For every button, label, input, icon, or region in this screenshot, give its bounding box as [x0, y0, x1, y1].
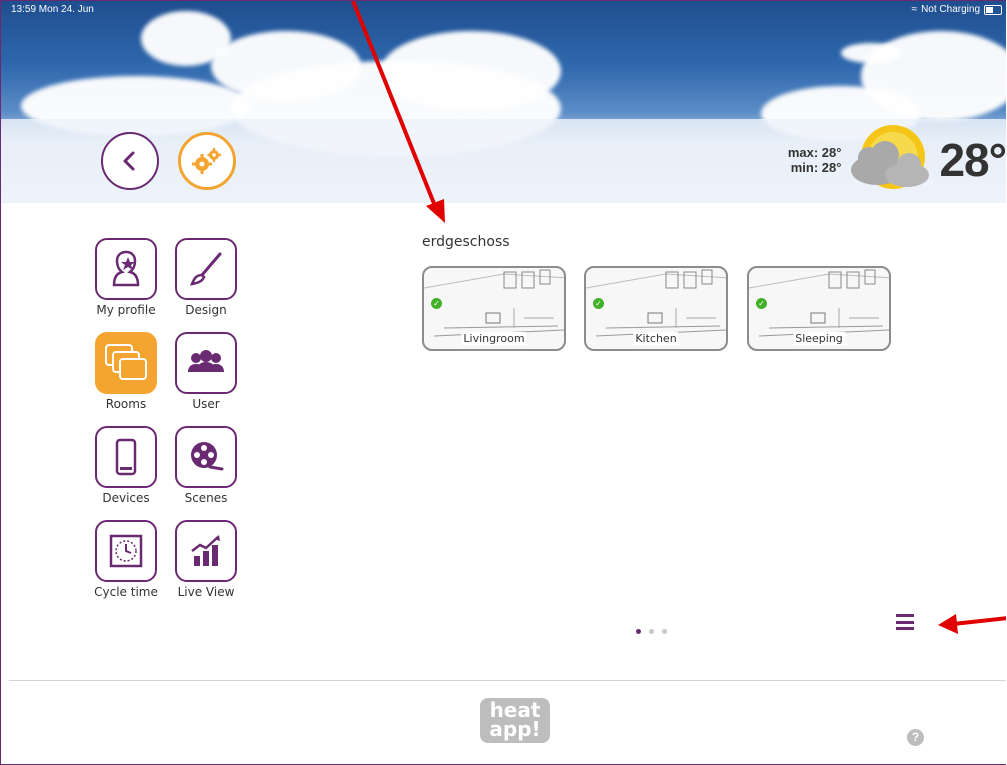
menu-item-user[interactable]: User — [171, 332, 241, 411]
brush-icon — [189, 252, 222, 286]
room-label: Kitchen — [633, 332, 679, 345]
heat-app-logo: heat app! — [480, 698, 550, 743]
status-battery: ≈ Not Charging — [912, 4, 1002, 15]
weather-max: max: 28° — [787, 145, 842, 160]
menu-item-design[interactable]: Design — [171, 238, 241, 317]
menu-item-my-profile[interactable]: My profile — [91, 238, 161, 317]
menu-item-live-view[interactable]: Live View — [171, 520, 241, 599]
check-icon: ✓ — [431, 298, 442, 309]
sun-cloud-icon — [851, 125, 930, 189]
chevron-left-icon — [123, 151, 135, 171]
footer-divider — [9, 680, 1006, 681]
weather-widget: max: 28° min: 28° 28° — [788, 125, 1006, 195]
app-window: 13:59 Mon 24. Jun ≈ Not Charging max: 28… — [0, 0, 1006, 765]
clock-icon — [109, 534, 143, 568]
users-icon — [188, 350, 224, 372]
hamburger-menu-button[interactable] — [896, 614, 914, 630]
page-dot-2[interactable] — [649, 629, 654, 634]
menu-label: Rooms — [105, 397, 147, 411]
check-icon: ✓ — [756, 298, 767, 309]
check-icon: ✓ — [593, 298, 604, 309]
page-indicator[interactable] — [636, 629, 667, 634]
back-button[interactable] — [101, 132, 159, 190]
menu-label: Devices — [102, 491, 150, 505]
menu-item-cycle-time[interactable]: Cycle time — [91, 520, 161, 599]
room-card-livingroom[interactable]: ✓ Livingroom — [422, 266, 566, 351]
page-dot-1[interactable] — [636, 629, 641, 634]
current-temperature: 28° — [939, 134, 1006, 186]
floor-title: erdgeschoss — [422, 234, 510, 250]
menu-item-rooms[interactable]: Rooms — [91, 332, 161, 411]
menu-label: Live View — [177, 585, 235, 599]
menu-label: Scenes — [184, 491, 228, 505]
page-dot-3[interactable] — [662, 629, 667, 634]
charging-status: Not Charging — [921, 4, 980, 15]
weather-min: min: 28° — [790, 160, 842, 175]
film-reel-icon — [191, 442, 224, 471]
phone-icon — [115, 438, 137, 476]
profile-star-icon — [112, 250, 140, 287]
battery-icon — [984, 4, 1002, 15]
gears-icon — [192, 148, 221, 174]
help-button[interactable]: ? — [907, 729, 924, 746]
menu-label: Cycle time — [94, 585, 158, 599]
chart-icon — [191, 535, 220, 566]
room-label: Sleeping — [793, 332, 845, 345]
room-card-kitchen[interactable]: ✓ Kitchen — [584, 266, 728, 351]
room-label: Livingroom — [461, 332, 527, 345]
status-time: 13:59 Mon 24. Jun — [11, 4, 94, 15]
wifi-icon: ≈ — [911, 4, 918, 15]
settings-button[interactable] — [178, 132, 236, 190]
menu-label: My profile — [96, 303, 156, 317]
menu-label: Design — [185, 303, 227, 317]
rooms-icon — [105, 344, 147, 380]
menu-item-devices[interactable]: Devices — [91, 426, 161, 505]
menu-item-scenes[interactable]: Scenes — [171, 426, 241, 505]
room-card-sleeping[interactable]: ✓ Sleeping — [747, 266, 891, 351]
menu-label: User — [192, 397, 220, 411]
